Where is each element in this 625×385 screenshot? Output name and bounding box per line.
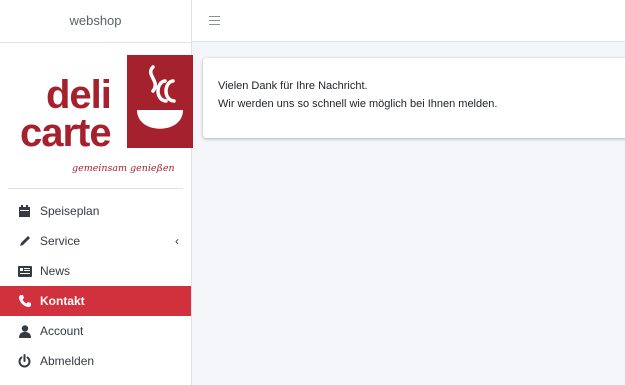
deli-carte-logo[interactable]: deli carte gemeinsam genießen — [8, 43, 193, 189]
steaming-cup-icon — [137, 65, 183, 129]
logo-cup-block — [127, 55, 193, 148]
sidebar-item-label: Speiseplan — [40, 204, 100, 218]
chevron-left-icon[interactable]: ‹ — [175, 234, 179, 248]
sidebar-item-label: Kontakt — [40, 294, 85, 308]
sidebar-item-label: Service — [40, 234, 81, 248]
top-navbar — [192, 0, 625, 42]
logo-word-carte: carte — [20, 111, 112, 155]
calendar-icon — [17, 204, 32, 219]
sidebar-item-label: News — [40, 264, 71, 278]
sidebar-item-service[interactable]: Service ‹ — [0, 226, 191, 256]
brand-title[interactable]: webshop — [0, 0, 191, 43]
sidebar-item-speiseplan[interactable]: Speiseplan — [0, 196, 191, 226]
message-card: Vielen Dank für Ihre Nachricht. Wir werd… — [203, 58, 625, 138]
sidebar-item-kontakt[interactable]: Kontakt — [0, 286, 191, 316]
hamburger-menu-icon[interactable] — [209, 16, 220, 25]
user-icon — [17, 324, 32, 339]
sidebar-item-abmelden[interactable]: Abmelden — [0, 346, 191, 376]
message-line-1: Vielen Dank für Ihre Nachricht. — [218, 80, 368, 92]
power-icon — [17, 354, 32, 369]
phone-icon — [17, 294, 32, 309]
sidebar-item-label: Abmelden — [40, 354, 95, 368]
sidebar: webshop deli carte gemeinsam genießen Sp… — [0, 0, 193, 385]
message-line-2: Wir werden uns so schnell wie möglich be… — [218, 98, 498, 110]
sidebar-item-label: Account — [40, 324, 84, 338]
pencil-icon — [17, 234, 32, 249]
sidebar-item-news[interactable]: News — [0, 256, 191, 286]
sidebar-nav: Speiseplan Service ‹ News Kontakt Accoun… — [0, 196, 191, 376]
sidebar-item-account[interactable]: Account — [0, 316, 191, 346]
newspaper-icon — [17, 264, 32, 279]
logo-tagline: gemeinsam genießen — [72, 163, 175, 174]
logo-word-deli: deli — [46, 73, 112, 117]
